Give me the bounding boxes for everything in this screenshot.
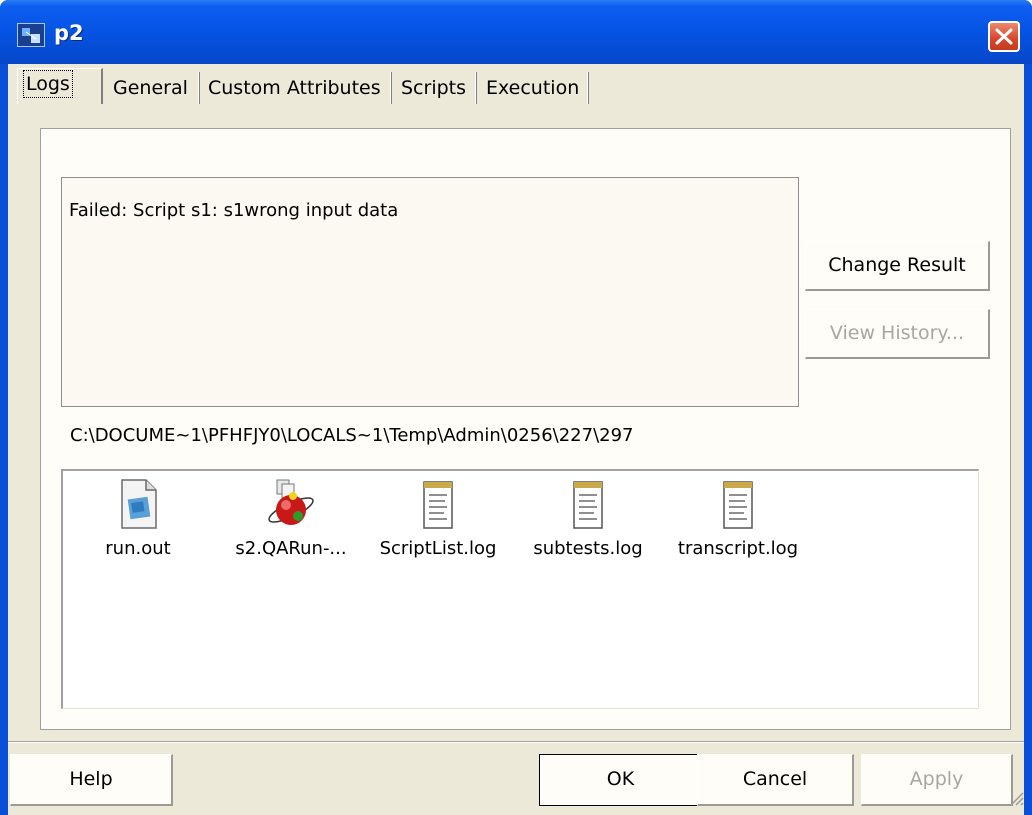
change-result-button[interactable]: Change Result — [805, 241, 990, 291]
notepad-log-icon — [573, 481, 603, 529]
tab-separator — [390, 72, 392, 104]
help-button[interactable]: Help — [10, 754, 173, 806]
list-item-transcript-log[interactable]: transcript.log — [668, 478, 808, 559]
tab-general[interactable]: General — [113, 72, 188, 104]
file-name: run.out — [105, 538, 171, 559]
list-item-subtests-log[interactable]: subtests.log — [518, 478, 658, 559]
file-name: s2.QARun-... — [235, 538, 347, 559]
view-history-button[interactable]: View History... — [805, 309, 990, 359]
list-item-scriptlist-log[interactable]: ScriptList.log — [368, 478, 508, 559]
cancel-label: Cancel — [742, 768, 808, 790]
apply-label: Apply — [909, 768, 964, 790]
cancel-button[interactable]: Cancel — [697, 754, 854, 806]
file-name: transcript.log — [677, 538, 799, 559]
view-history-label: View History... — [829, 322, 965, 344]
tab-separator — [587, 72, 589, 104]
log-folder-path: C:\DOCUME~1\PFHFJY0\LOCALS~1\Temp\Admin\… — [70, 425, 634, 446]
change-result-label: Change Result — [828, 254, 966, 276]
qarun-script-icon — [268, 479, 314, 525]
ok-label: OK — [606, 768, 635, 790]
notepad-log-icon — [723, 481, 753, 529]
notepad-log-icon — [423, 481, 453, 529]
window-title: p2 — [54, 21, 84, 45]
list-item-run-out[interactable]: run.out — [68, 478, 208, 559]
ok-button[interactable]: OK — [539, 754, 702, 806]
tab-separator — [475, 72, 477, 104]
tab-logs-label: Logs — [23, 70, 73, 98]
apply-button[interactable]: Apply — [861, 754, 1013, 806]
footer-divider — [8, 741, 1024, 743]
tab-execution[interactable]: Execution — [486, 72, 579, 104]
list-item-s2-qarun[interactable]: s2.QARun-... — [221, 478, 361, 559]
file-name: subtests.log — [533, 538, 643, 559]
tab-custom-attributes[interactable]: Custom Attributes — [208, 72, 381, 104]
result-message: Failed: Script s1: s1wrong input data — [69, 200, 399, 221]
document-image-icon — [121, 479, 157, 529]
tab-logs[interactable]: Logs — [17, 68, 103, 104]
file-name: ScriptList.log — [379, 538, 497, 559]
tab-separator — [198, 72, 200, 104]
app-icon — [17, 23, 45, 47]
tab-scripts[interactable]: Scripts — [401, 72, 466, 104]
resize-grip-icon[interactable] — [1008, 790, 1024, 806]
close-button[interactable] — [988, 21, 1020, 52]
help-label: Help — [69, 768, 113, 790]
title-bar[interactable]: p2 — [0, 0, 1032, 64]
